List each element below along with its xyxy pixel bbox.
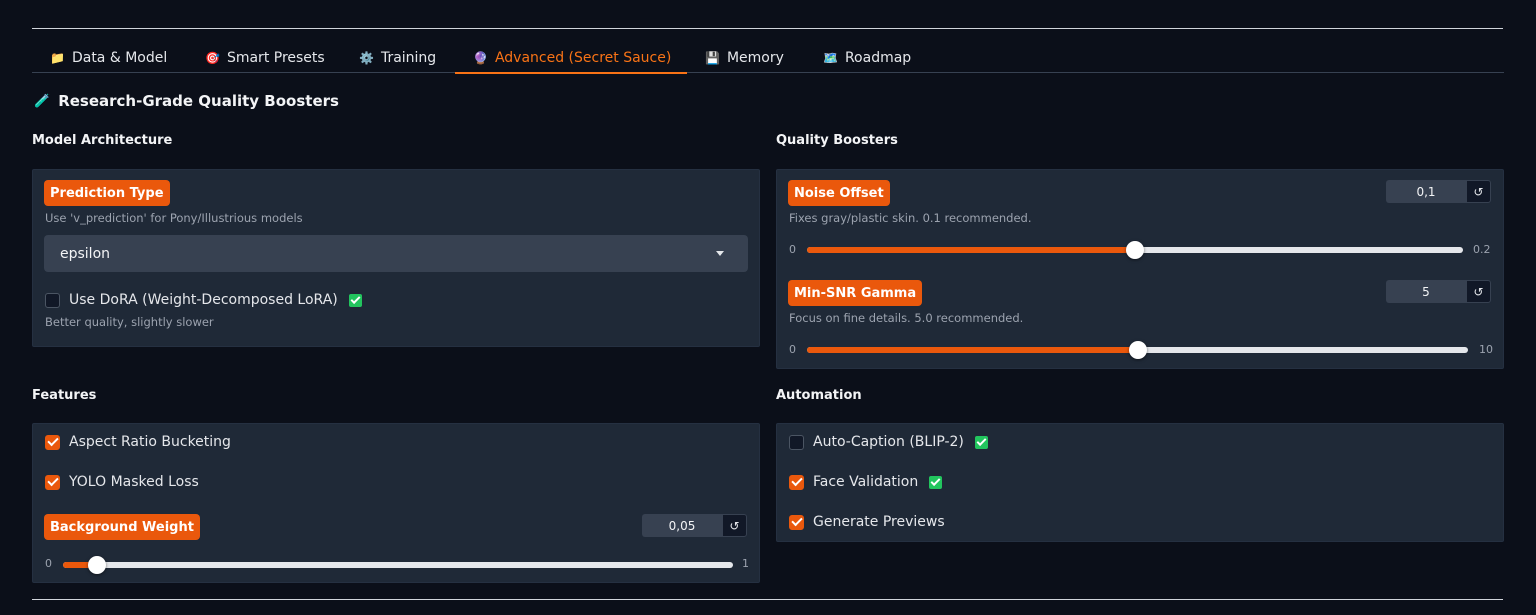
dora-info: Better quality, slightly slower [45,315,214,329]
yolo-checkbox-row[interactable]: YOLO Masked Loss [45,474,199,490]
section-title-model-architecture: Model Architecture [32,133,173,148]
generate-previews-checkbox[interactable] [789,514,804,530]
auto-caption-label: Auto-Caption (BLIP-2) [813,434,964,450]
noise-offset-input[interactable]: 0,1 [1386,180,1466,203]
face-validation-checkbox-row[interactable]: Face Validation [789,474,943,490]
tab-data-model[interactable]: 📁 Data & Model [50,42,167,73]
tab-label: Roadmap [844,49,912,66]
tab-roadmap[interactable]: 🗺️ Roadmap [823,42,911,73]
gear-icon: ⚙️ [359,50,374,65]
top-divider [32,28,1503,29]
tab-label: Data & Model [71,49,168,66]
generate-previews-label: Generate Previews [813,514,945,530]
min-snr-gamma-slider[interactable] [807,341,1468,359]
background-weight-input[interactable]: 0,05 [642,514,722,537]
model-architecture-panel: Prediction Type Use 'v_prediction' for P… [32,169,760,347]
yolo-label: YOLO Masked Loss [69,474,199,490]
crystal-ball-icon: 🔮 [473,50,488,65]
min-snr-gamma-info: Focus on fine details. 5.0 recommended. [789,311,1024,325]
min-snr-gamma-min: 0 [789,343,796,356]
aspect-ratio-label: Aspect Ratio Bucketing [69,434,231,450]
automation-panel: Auto-Caption (BLIP-2) Face Validation Ge… [776,423,1504,542]
slider-thumb[interactable] [87,556,106,574]
caret-down-icon [716,251,724,256]
background-weight-max: 1 [742,557,749,570]
tab-label: Memory [726,49,784,66]
noise-offset-min: 0 [789,243,796,256]
reset-icon[interactable]: ↺ [1466,180,1491,203]
tab-bar: 📁 Data & Model 🎯 Smart Presets ⚙️ Traini… [32,42,1504,74]
page-title-text: Research-Grade Quality Boosters [58,92,339,110]
slider-thumb[interactable] [1126,241,1144,259]
face-validation-label: Face Validation [813,474,919,490]
dora-checkbox-row[interactable]: Use DoRA (Weight-Decomposed LoRA) [45,292,362,308]
page-title: 🧪 Research-Grade Quality Boosters [34,92,339,110]
floppy-disk-icon: 💾 [705,50,720,65]
test-tube-icon: 🧪 [34,93,51,109]
generate-previews-checkbox-row[interactable]: Generate Previews [789,514,945,530]
noise-offset-slider[interactable] [807,241,1463,259]
bottom-divider [32,599,1503,600]
min-snr-gamma-input[interactable]: 5 [1386,280,1466,303]
dora-checkbox[interactable] [45,292,60,308]
section-title-features: Features [32,388,97,403]
reset-icon[interactable]: ↺ [1466,280,1491,303]
prediction-type-info: Use 'v_prediction' for Pony/Illustrious … [45,211,303,225]
tab-label: Advanced (Secret Sauce) [494,49,672,66]
tab-label: Training [380,49,437,66]
background-weight-slider[interactable] [63,556,733,574]
section-title-quality-boosters: Quality Boosters [776,133,898,148]
slider-thumb[interactable] [1128,341,1147,359]
noise-offset-number-box: 0,1 ↺ [1386,180,1491,203]
tab-advanced[interactable]: 🔮 Advanced (Secret Sauce) [455,42,687,74]
map-icon: 🗺️ [823,50,838,65]
dora-label: Use DoRA (Weight-Decomposed LoRA) [69,292,338,308]
aspect-ratio-checkbox-row[interactable]: Aspect Ratio Bucketing [45,434,231,450]
noise-offset-label: Noise Offset [788,180,890,206]
background-weight-label: Background Weight [44,514,200,540]
features-panel: Aspect Ratio Bucketing YOLO Masked Loss … [32,423,760,583]
noise-offset-max: 0.2 [1473,243,1491,256]
tab-smart-presets[interactable]: 🎯 Smart Presets [205,42,325,73]
tab-memory[interactable]: 💾 Memory [705,42,784,73]
face-validation-checkbox[interactable] [789,474,804,490]
target-icon: 🎯 [205,50,220,65]
background-weight-min: 0 [45,557,52,570]
prediction-type-dropdown[interactable]: epsilon [44,235,748,272]
section-title-automation: Automation [776,388,862,403]
min-snr-gamma-max: 10 [1479,343,1493,356]
folder-icon: 📁 [50,50,65,65]
background-weight-number-box: 0,05 ↺ [642,514,747,537]
tab-training[interactable]: ⚙️ Training [359,42,436,73]
yolo-checkbox[interactable] [45,474,60,490]
prediction-type-label: Prediction Type [44,180,170,206]
slider-fill [807,247,1135,253]
auto-caption-checkbox-row[interactable]: Auto-Caption (BLIP-2) [789,434,988,450]
min-snr-gamma-label: Min-SNR Gamma [788,280,923,306]
prediction-type-value: epsilon [60,245,111,262]
min-snr-gamma-number-box: 5 ↺ [1386,280,1491,303]
reset-icon[interactable]: ↺ [722,514,747,537]
tab-label: Smart Presets [226,49,325,66]
slider-fill [807,347,1138,353]
auto-caption-checkbox[interactable] [789,434,804,450]
aspect-ratio-checkbox[interactable] [45,434,60,450]
noise-offset-info: Fixes gray/plastic skin. 0.1 recommended… [789,211,1032,225]
check-mark-icon [348,293,362,307]
check-mark-icon [929,475,943,489]
quality-boosters-panel: Noise Offset 0,1 ↺ Fixes gray/plastic sk… [776,169,1504,369]
check-mark-icon [974,435,988,449]
